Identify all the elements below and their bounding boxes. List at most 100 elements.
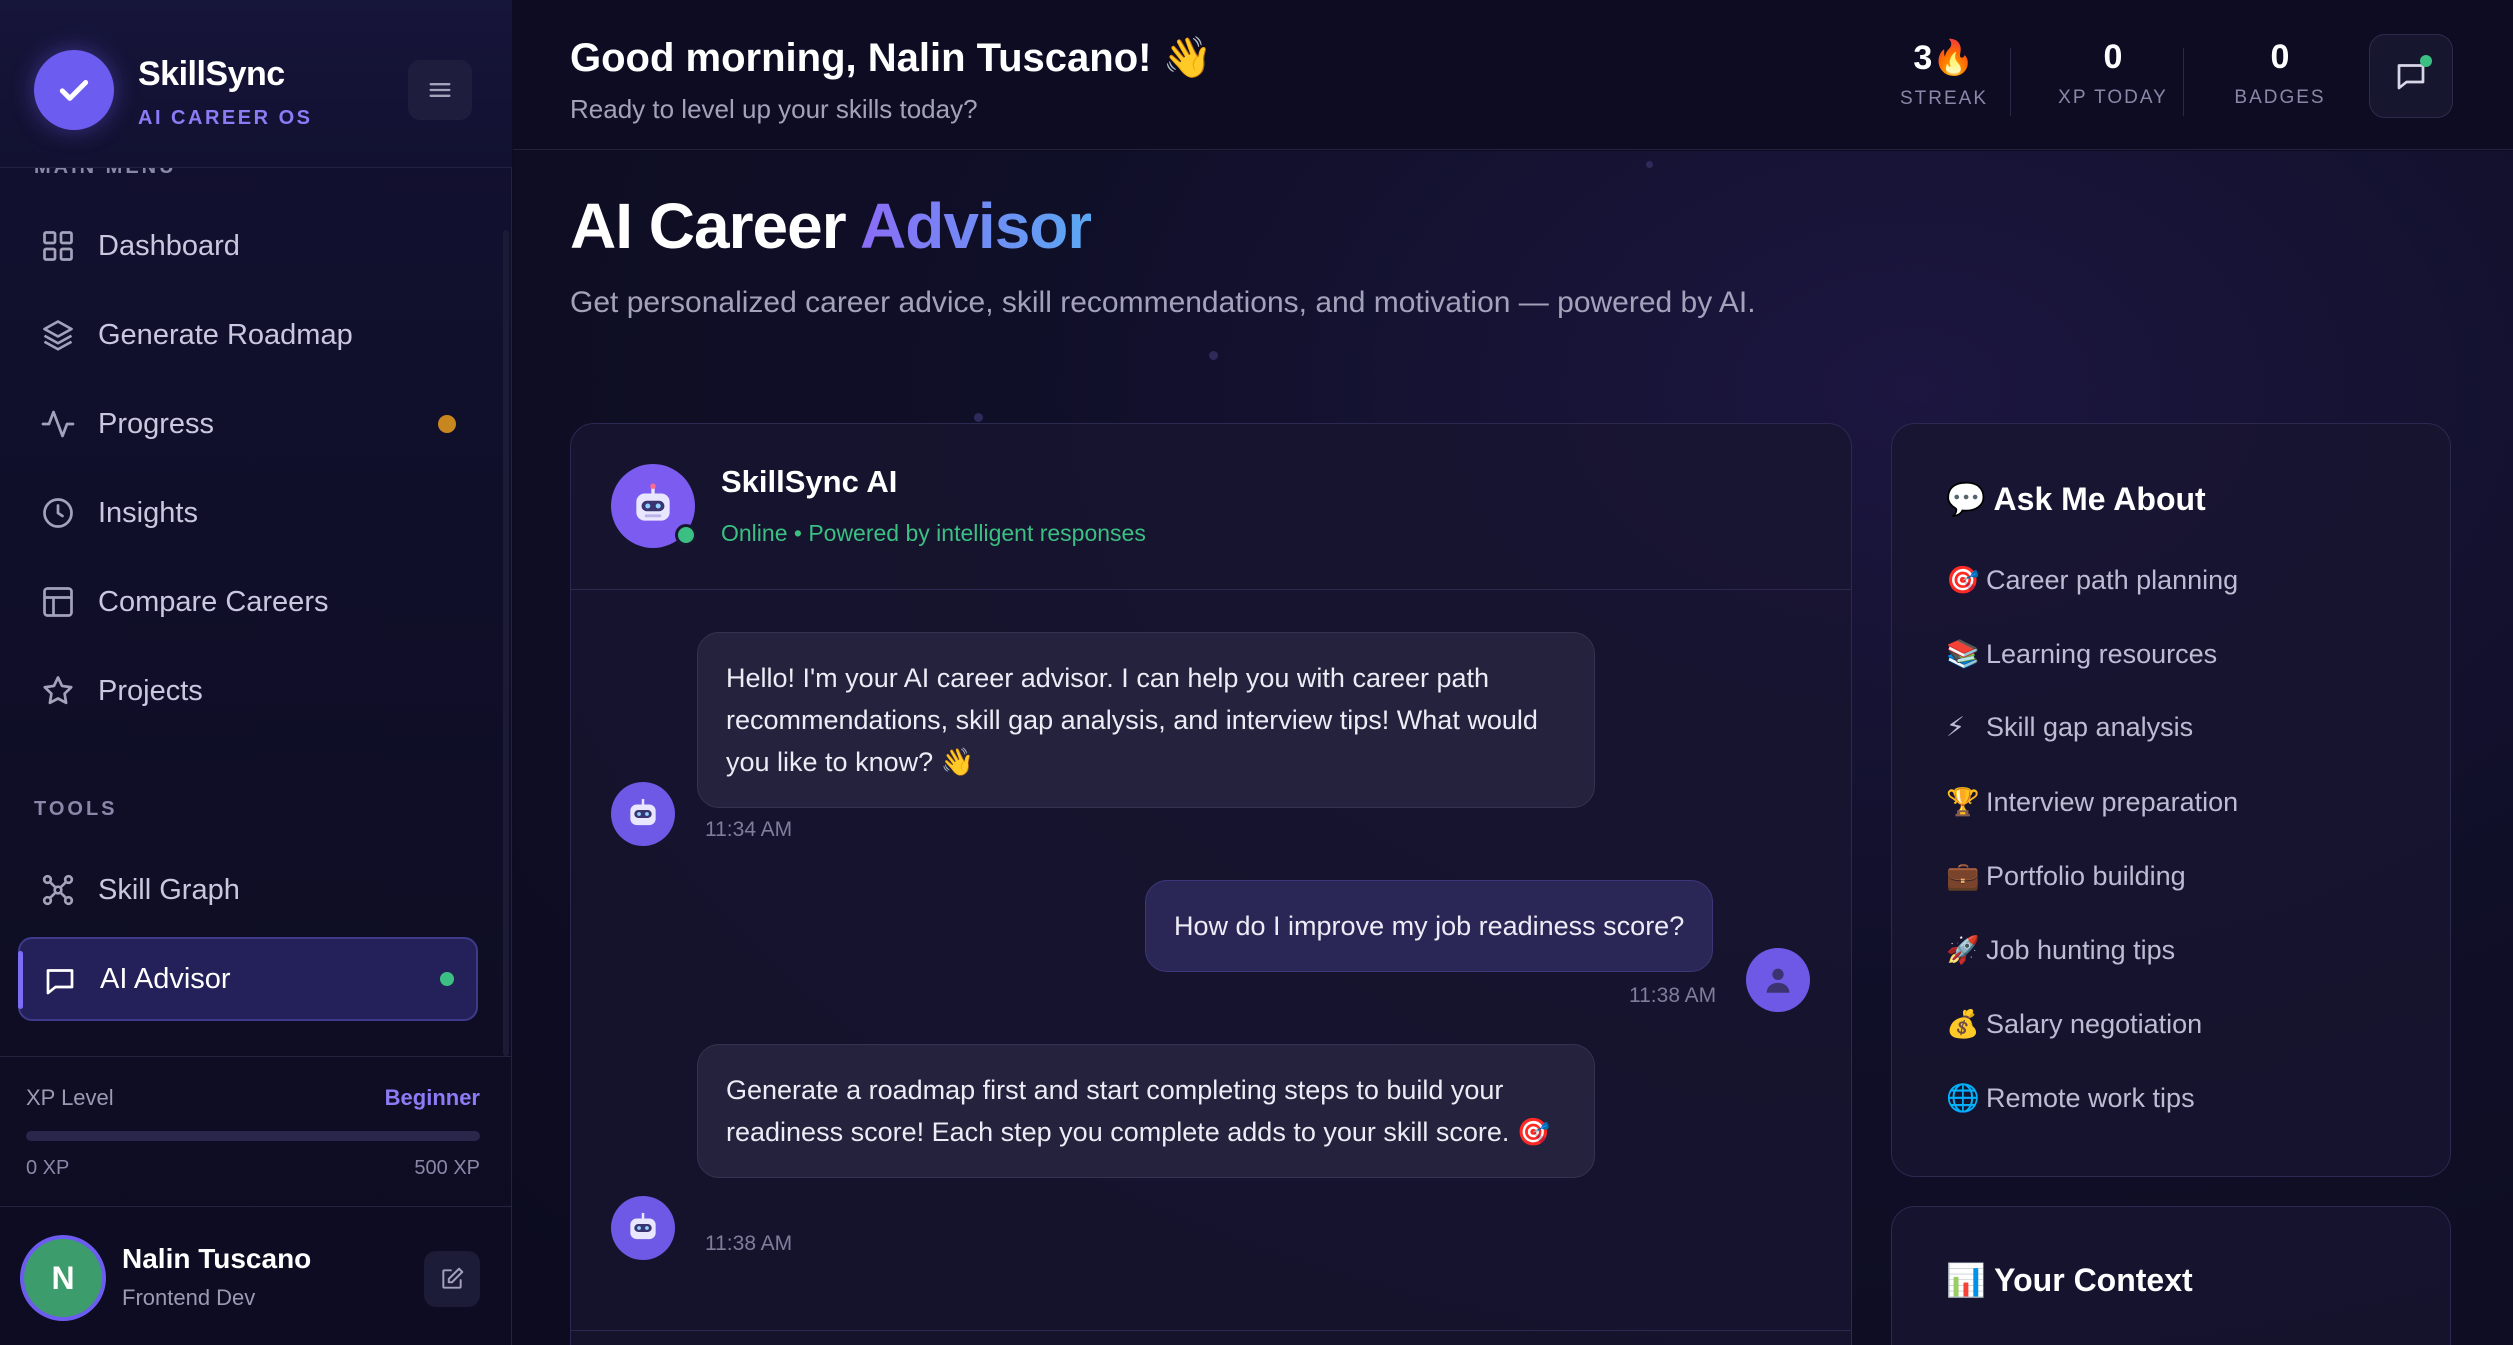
money-bag-icon: 💰: [1946, 1009, 1980, 1039]
menu-toggle-button[interactable]: [408, 60, 472, 120]
xp-level-value: Beginner: [384, 1085, 480, 1110]
user-name: Nalin Tuscano: [122, 1243, 312, 1274]
ask-title: 💬 Ask Me About: [1946, 481, 2206, 517]
edit-profile-button[interactable]: [424, 1251, 480, 1307]
user-icon: [1766, 968, 1790, 993]
stat-caption: BADGES: [2234, 87, 2326, 108]
topic-interview-preparation[interactable]: 🏆 Interview preparation: [1946, 786, 2238, 818]
sidebar-item-label: Insights: [98, 496, 198, 529]
xp-label: XP Level: [26, 1085, 114, 1110]
user-profile: N Nalin Tuscano Frontend Dev: [0, 1206, 512, 1345]
grid-icon: [43, 231, 73, 261]
stat-xp-today: 0 XP TODAY: [2038, 38, 2188, 109]
sidebar-item-skill-graph[interactable]: Skill Graph: [18, 848, 478, 932]
main-content: AI Career Advisor Get personalized caree…: [513, 151, 2513, 1345]
bot-avatar-small: [611, 782, 675, 846]
avatar[interactable]: N: [20, 1235, 106, 1321]
sidebar-item-insights[interactable]: Insights: [18, 471, 478, 555]
topic-job-hunting-tips[interactable]: 🚀 Job hunting tips: [1946, 934, 2175, 966]
message-timestamp: 11:38 AM: [1629, 984, 1717, 1007]
lightning-icon: ⚡: [1946, 712, 1965, 742]
chat-input-divider: [571, 1330, 1851, 1331]
logo-check-icon[interactable]: [34, 50, 114, 130]
robot-icon: [636, 483, 670, 521]
decor-dot: [974, 413, 983, 422]
sidebar-item-generate-roadmap[interactable]: Generate Roadmap: [18, 293, 478, 377]
stat-value: 0: [2270, 38, 2290, 76]
sidebar-item-ai-advisor[interactable]: AI Advisor: [18, 937, 478, 1021]
xp-max: 500 XP: [414, 1157, 480, 1179]
stat-caption: XP TODAY: [2058, 87, 2168, 108]
chat-panel: SkillSync AI Online • Powered by intelli…: [570, 423, 1852, 1345]
sidebar-nav[interactable]: MAIN MENU Dashboard Generate Roadmap Pro…: [0, 168, 512, 1056]
greeting: Good morning, Nalin Tuscano! 👋: [570, 36, 1213, 80]
ask-me-about-panel: 💬 Ask Me About 🎯 Career path planning 📚 Le…: [1891, 423, 2451, 1177]
user-role: Frontend Dev: [122, 1285, 256, 1310]
topic-label: Skill gap analysis: [1986, 712, 2194, 742]
globe-icon: 🌐: [1946, 1083, 1980, 1113]
topic-skill-gap-analysis[interactable]: ⚡ Skill gap analysis: [1946, 712, 2193, 743]
chat-message-bot: Hello! I'm your AI career advisor. I can…: [697, 632, 1595, 808]
xp-min: 0 XP: [26, 1157, 70, 1179]
briefcase-icon: 💼: [1946, 861, 1980, 891]
context-title: 📊 Your Context: [1946, 1262, 2193, 1298]
bot-avatar-small: [611, 1196, 675, 1260]
topic-label: Career path planning: [1986, 565, 2239, 595]
your-context-panel: 📊 Your Context: [1891, 1206, 2451, 1345]
topic-salary-negotiation[interactable]: 💰 Salary negotiation: [1946, 1008, 2202, 1040]
sidebar-item-label: AI Advisor: [100, 962, 231, 995]
page-title-plain: AI Career: [570, 190, 860, 262]
stat-streak: 3🔥 STREAK: [1889, 38, 1999, 110]
divider: [2010, 48, 2011, 116]
trophy-icon: 🏆: [1946, 787, 1980, 817]
bot-name: SkillSync AI: [721, 464, 898, 499]
section-label-tools: TOOLS: [34, 798, 118, 820]
stat-caption: STREAK: [1899, 88, 1989, 109]
xp-level-panel: XP Level Beginner 0 XP 500 XP: [0, 1056, 512, 1206]
message-timestamp: 11:34 AM: [705, 818, 793, 841]
sidebar-item-label: Dashboard: [98, 229, 240, 262]
sidebar-item-label: Generate Roadmap: [98, 318, 353, 351]
layers-icon: [43, 320, 73, 351]
edit-icon: [442, 1267, 464, 1289]
table-icon: [43, 587, 73, 617]
sidebar-scrollbar[interactable]: [503, 230, 509, 1056]
page-title-accent: Advisor: [860, 190, 1092, 262]
topic-learning-resources[interactable]: 📚 Learning resources: [1946, 638, 2217, 670]
active-indicator-dot: [440, 972, 454, 986]
message-timestamp: 11:38 AM: [705, 1232, 793, 1255]
brand-name: SkillSync: [138, 55, 285, 93]
user-avatar-small: [1746, 948, 1810, 1012]
stat-value: 0: [2103, 38, 2123, 76]
topic-portfolio-building[interactable]: 💼 Portfolio building: [1946, 860, 2186, 892]
sidebar-item-label: Projects: [98, 674, 203, 707]
brand-tagline: AI CAREER OS: [138, 107, 313, 129]
topic-career-path-planning[interactable]: 🎯 Career path planning: [1946, 564, 2238, 596]
sidebar-item-projects[interactable]: Projects: [18, 649, 478, 733]
page-description: Get personalized career advice, skill re…: [570, 286, 1756, 319]
topic-label: Learning resources: [1986, 639, 2218, 669]
xp-progress-bar: [26, 1131, 480, 1141]
sidebar-item-dashboard[interactable]: Dashboard: [18, 204, 478, 288]
graph-icon: [42, 874, 74, 906]
sidebar-item-compare-careers[interactable]: Compare Careers: [18, 560, 478, 644]
stat-value: 3🔥: [1913, 39, 1975, 77]
stat-badges: 0 BADGES: [2205, 38, 2355, 109]
sidebar-item-label: Progress: [98, 407, 215, 440]
books-icon: 📚: [1946, 639, 1980, 669]
rocket-icon: 🚀: [1946, 935, 1980, 965]
chat-message-bot: Generate a roadmap first and start compl…: [697, 1044, 1595, 1178]
chat-icon: [46, 969, 74, 995]
bot-status: Online • Powered by intelligent response…: [721, 520, 1146, 546]
messages-button[interactable]: [2369, 34, 2453, 118]
topic-label: Interview preparation: [1986, 787, 2239, 817]
activity-icon: [41, 410, 75, 438]
page-title: AI Career Advisor: [570, 189, 1092, 263]
hamburger-icon: [429, 83, 451, 98]
brand-header: SkillSync AI CAREER OS: [0, 0, 512, 168]
notification-dot: [2420, 55, 2432, 67]
online-indicator: [675, 524, 697, 546]
topic-remote-work-tips[interactable]: 🌐 Remote work tips: [1946, 1082, 2195, 1114]
sidebar: SkillSync AI CAREER OS MAIN MENU Dashboa…: [0, 0, 512, 1345]
sidebar-item-progress[interactable]: Progress: [18, 382, 478, 466]
